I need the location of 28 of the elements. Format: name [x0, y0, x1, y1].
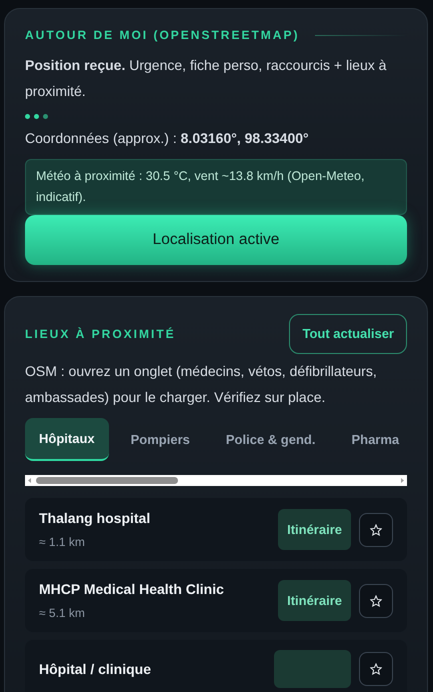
weather-notice: Météo à proximité : 30.5 °C, vent ~13.8 km/h (Open-Meteo, indicatif). — [25, 159, 407, 215]
location-button[interactable]: Localisation active — [25, 215, 407, 265]
star-icon — [370, 524, 382, 536]
category-tab[interactable]: Pompiers — [116, 418, 204, 461]
route-button[interactable]: Itinéraire — [278, 508, 351, 550]
place-name: Thalang hospital — [39, 509, 150, 528]
star-icon — [370, 663, 382, 675]
category-tab[interactable]: Hôpitaux — [25, 418, 109, 461]
place-row[interactable]: Hôpital / clinique — [25, 640, 407, 692]
category-tab[interactable]: Pharma — [337, 418, 400, 461]
description-text: OSM : ouvrez un onglet (médecins, vétos, défibrillateurs, ambassades) pour le charger. Vérifiez sur place. — [25, 362, 378, 407]
place-row[interactable]: MHCP Medical Health Clinic ≈ 5.1 km Itinéraire — [25, 569, 407, 632]
favorite-button[interactable] — [359, 652, 393, 686]
route-button[interactable]: Itinéraire — [278, 580, 351, 622]
category-tab[interactable]: Police & gend. — [212, 418, 330, 461]
favorite-button[interactable] — [359, 512, 393, 546]
place-row[interactable]: Thalang hospital ≈ 1.1 km Itinéraire — [25, 498, 407, 561]
place-distance: ≈ 5.1 km — [39, 605, 86, 622]
place-name: Hôpital / clinique — [39, 660, 152, 679]
status-text: Position reçue. Urgence, fiche perso, raccourcis + lieux à proximité. — [25, 56, 388, 101]
favorite-button[interactable] — [359, 584, 393, 618]
coordinates-text: Coordonnées (approx.) : 8.03160°, 98.33400° — [25, 129, 310, 148]
star-icon — [370, 594, 382, 606]
card-title: LIEUX À PROXIMITÉ — [25, 326, 176, 343]
card-title: AUTOUR DE MOI (OPENSTREETMAP) — [25, 27, 300, 44]
place-name: MHCP Medical Health Clinic — [39, 580, 224, 599]
place-distance: ≈ 1.1 km — [39, 534, 86, 551]
refresh-all-button[interactable]: Tout actualiser — [289, 314, 407, 354]
